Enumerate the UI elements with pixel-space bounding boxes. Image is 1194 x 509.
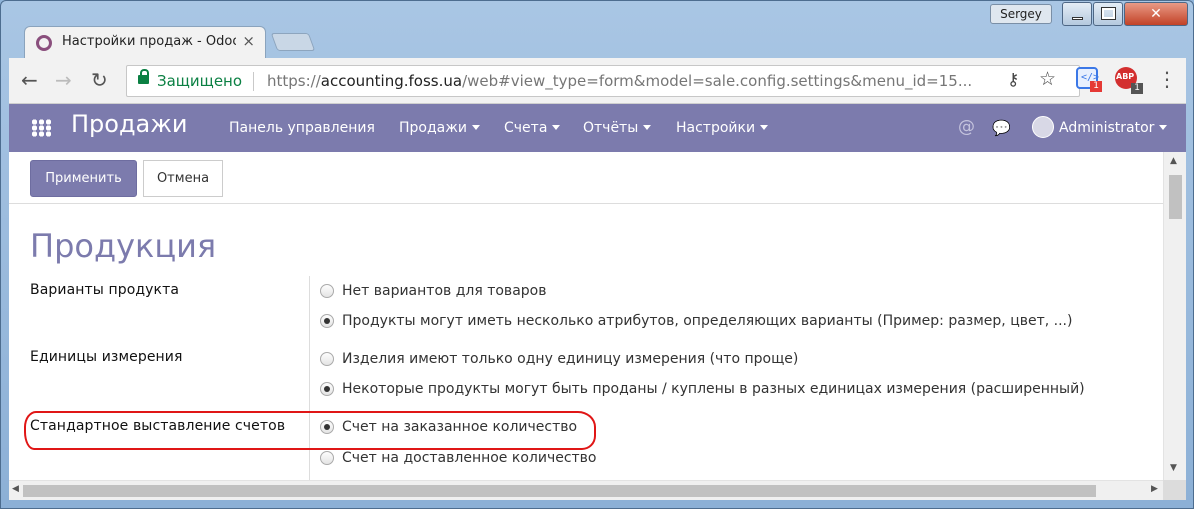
menu-label: Продажи [399,120,467,136]
at-icon[interactable]: @ [958,117,975,137]
menu-label: Отчёты [583,120,639,136]
scroll-left-icon[interactable]: ◀ [12,484,19,494]
window-user-badge: Sergey [990,4,1052,24]
radio-button-selected[interactable] [320,382,334,396]
star-icon[interactable]: ☆ [1039,68,1056,90]
apply-button[interactable]: Применить [30,160,137,197]
setting-label-units: Единицы измерения [30,349,183,365]
avatar[interactable] [1032,116,1054,138]
option-label: Продукты могут иметь несколько атрибутов… [342,313,1073,329]
vertical-scroll-thumb[interactable] [1169,175,1182,219]
odoo-favicon-icon [36,35,52,51]
option-multiple-units[interactable]: Некоторые продукты могут быть проданы / … [320,380,1140,400]
close-window-button[interactable]: ✕ [1124,2,1188,26]
chat-icon[interactable]: 💬 [992,119,1011,137]
option-label: Некоторые продукты могут быть проданы / … [342,381,1085,397]
caret-down-icon [471,125,480,130]
menu-label: Настройки [676,120,756,136]
scrollbar-corner [1163,480,1186,500]
control-panel: Применить Отмена [9,152,1163,204]
section-title: Продукция [30,227,217,265]
adblock-label: ABP [1116,72,1135,81]
menu-invoices[interactable]: Счета [504,120,561,136]
code-extension-icon[interactable]: </> 1 [1076,67,1102,92]
maximize-button[interactable] [1093,2,1123,26]
horizontal-scrollbar[interactable]: ◀ ▶ [9,480,1186,500]
new-tab-button[interactable] [270,33,316,51]
user-name: Administrator [1059,120,1155,136]
odoo-navbar: Продажи Панель управления Продажи Счета … [9,104,1186,152]
minimize-icon [1072,17,1083,20]
caret-down-icon [643,125,652,130]
radio-button[interactable] [320,352,334,366]
option-label: Изделия имеют только одну единицу измере… [342,351,799,367]
vertical-scrollbar[interactable]: ▲ ▼ [1163,152,1186,480]
scroll-down-icon[interactable]: ▼ [1170,463,1177,473]
option-multiple-variants[interactable]: Продукты могут иметь несколько атрибутов… [320,312,1140,332]
extension-badge: 1 [1090,81,1102,92]
horizontal-scroll-thumb[interactable] [23,485,1096,497]
scroll-up-icon[interactable]: ▲ [1170,156,1177,166]
url-path: /web#view_type=form&model=sale.config.se… [462,72,973,90]
annotation-highlight [24,411,596,450]
radio-button-selected[interactable] [320,314,334,328]
url-text[interactable]: https://accounting.foss.ua/web#view_type… [267,72,987,90]
cancel-button[interactable]: Отмена [143,160,223,197]
browser-tab[interactable]: Настройки продаж - Odoo × [24,26,266,58]
lock-icon [138,69,149,84]
reload-icon[interactable]: ↻ [91,69,108,91]
user-menu[interactable]: Administrator [1059,120,1168,136]
tab-title: Настройки продаж - Odoo [62,34,236,49]
app-brand[interactable]: Продажи [71,110,187,138]
option-no-variants[interactable]: Нет вариантов для товаров [320,282,920,302]
apps-grid-icon[interactable] [31,119,51,137]
scroll-right-icon[interactable]: ▶ [1151,484,1158,494]
browser-menu-icon[interactable]: ⋮ [1157,68,1177,90]
key-icon[interactable]: ⚷ [1007,70,1019,90]
maximize-icon [1101,7,1116,20]
main-content: Применить Отмена Продукция Варианты прод… [9,152,1163,480]
url-host: accounting.foss.ua [320,72,463,90]
adblock-icon[interactable]: ABP 1 [1115,67,1143,94]
address-separator [253,72,254,91]
caret-down-icon [760,125,769,130]
menu-label: Счета [504,120,548,136]
option-invoice-delivered[interactable]: Счет на доставленное количество [320,449,640,469]
secure-label: Защищено [157,72,243,90]
setting-label-product-variants: Варианты продукта [30,282,180,298]
browser-toolbar: ← → ↻ Защищено https://accounting.foss.u… [9,58,1186,104]
caret-down-icon [1159,125,1168,130]
radio-button[interactable] [320,284,334,298]
menu-sales[interactable]: Продажи [399,120,480,136]
url-scheme: https:// [267,72,321,90]
menu-reports[interactable]: Отчёты [583,120,652,136]
option-label: Счет на доставленное количество [342,450,597,466]
menu-settings[interactable]: Настройки [676,120,769,136]
back-icon[interactable]: ← [21,69,38,91]
option-single-unit[interactable]: Изделия имеют только одну единицу измере… [320,350,920,370]
extension-badge: 1 [1131,83,1143,94]
tab-close-icon[interactable]: × [242,32,255,50]
menu-dashboard[interactable]: Панель управления [229,120,375,136]
close-icon: ✕ [1150,6,1162,22]
option-label: Нет вариантов для товаров [342,283,547,299]
forward-icon[interactable]: → [55,69,72,91]
radio-button[interactable] [320,451,334,465]
caret-down-icon [552,125,561,130]
minimize-button[interactable] [1062,2,1092,26]
address-bar[interactable]: Защищено https://accounting.foss.ua/web#… [126,65,1080,97]
